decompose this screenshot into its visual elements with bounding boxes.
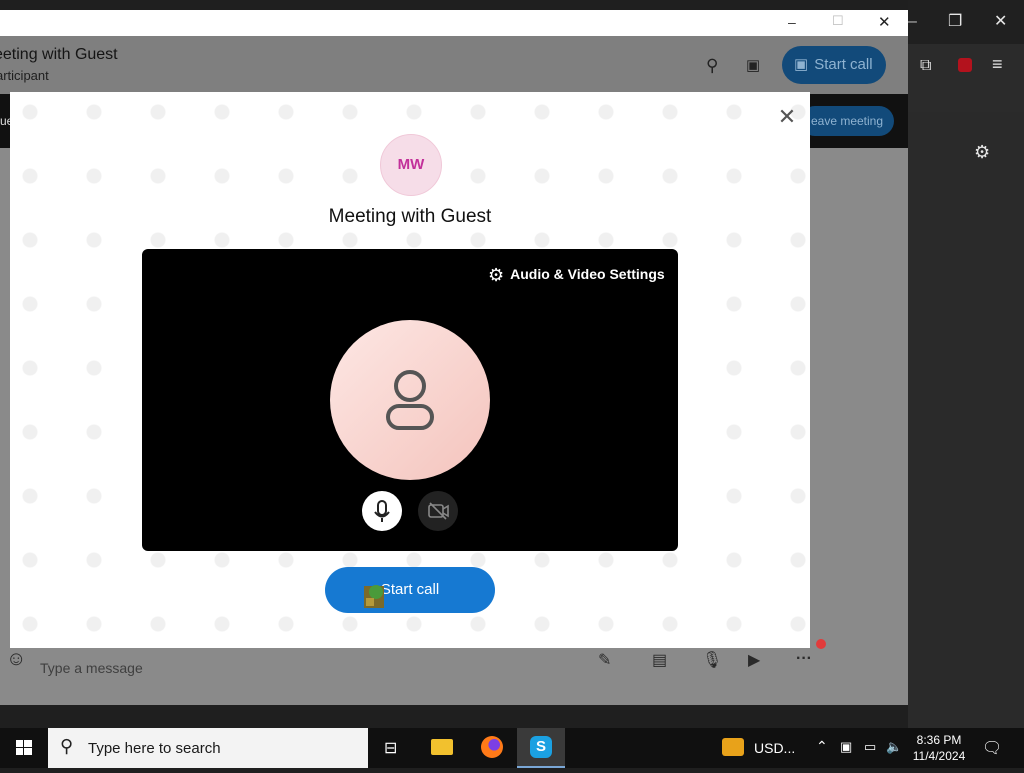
more-options-icon[interactable]: ··· — [796, 650, 812, 668]
task-view-icon: ⊟ — [384, 740, 398, 757]
maximize-icon[interactable]: ☐ — [832, 13, 844, 29]
start-call-top-button[interactable]: ▣ Start call — [782, 46, 886, 84]
browser-content: ⚙ — [908, 112, 1024, 728]
currency-widget[interactable]: USD... — [754, 740, 795, 756]
notifications-icon[interactable]: 🗨 — [982, 738, 1002, 758]
clock-time: 8:36 PM — [916, 733, 962, 747]
background-browser-window: – ❐ ✕ ⧉ ≡ ⚙ — [908, 0, 1024, 728]
participant-count: articipant — [0, 68, 49, 83]
clock-date: 11/4/2024 — [912, 749, 966, 763]
firefox-icon — [481, 736, 503, 758]
video-call-icon: ▣ — [794, 56, 809, 73]
start-call-dialog: ✕ MW Meeting with Guest ⚙ Audio & Video S… — [10, 92, 810, 648]
meet-now-icon[interactable]: ▣ — [840, 739, 852, 755]
browser-toolbar: ⧉ ≡ — [908, 44, 1024, 113]
currency-icon — [722, 738, 744, 756]
network-icon[interactable]: ▭ — [864, 739, 876, 755]
task-view-button[interactable]: ⊟ — [368, 728, 416, 768]
video-preview: ⚙ Audio & Video Settings — [142, 249, 678, 551]
video-message-icon[interactable]: ▶ — [748, 650, 760, 670]
ublock-icon[interactable] — [958, 58, 972, 72]
minimize-icon[interactable]: – — [788, 14, 796, 30]
volume-icon[interactable]: 🔈 — [886, 739, 902, 755]
cursor-sticker-icon — [364, 585, 384, 608]
chevron-up-icon[interactable]: ⌃ — [816, 738, 828, 755]
file-icon[interactable]: ▤ — [652, 650, 667, 670]
dialog-title: Meeting with Guest — [328, 206, 492, 227]
windows-taskbar: ⚲ Type here to search ⊟ S USD... ⌃ ▣ ▭ 🔈… — [0, 728, 1024, 768]
gear-icon: ⚙ — [488, 265, 505, 285]
close-icon[interactable]: ✕ — [878, 13, 891, 31]
notification-dot — [816, 639, 826, 649]
gallery-icon[interactable]: ▣ — [746, 56, 760, 74]
audio-video-settings-label: Audio & Video Settings — [510, 266, 665, 282]
audio-video-settings-link[interactable]: ⚙ Audio & Video Settings — [488, 265, 665, 286]
browser-titlebar: – ❐ ✕ — [908, 0, 1024, 44]
format-icon[interactable]: ✎ — [598, 650, 611, 670]
leave-meeting-button[interactable]: eave meeting — [800, 106, 894, 136]
person-icon — [386, 370, 434, 430]
skype-icon: S — [530, 736, 552, 758]
firefox-button[interactable] — [468, 728, 516, 768]
start-call-button[interactable]: Start call — [325, 567, 495, 613]
avatar: MW — [380, 134, 442, 196]
microphone-icon — [374, 500, 390, 522]
message-input[interactable]: Type a message — [40, 660, 143, 676]
settings-gear-icon[interactable]: ⚙ — [974, 143, 990, 161]
restore-icon[interactable]: ❐ — [948, 14, 962, 30]
start-call-top-label: Start call — [814, 56, 873, 73]
file-explorer-button[interactable] — [418, 728, 466, 768]
camera-off-icon — [428, 502, 449, 520]
conversation-title: eeting with Guest — [0, 46, 118, 63]
close-icon[interactable]: ✕ — [994, 14, 1007, 30]
search-icon: ⚲ — [60, 736, 74, 756]
folder-icon — [431, 739, 453, 755]
self-preview-avatar — [330, 320, 490, 480]
taskbar-search-placeholder: Type here to search — [88, 740, 221, 757]
close-dialog-icon[interactable]: ✕ — [776, 106, 798, 128]
windows-logo-icon — [16, 740, 32, 755]
skype-titlebar: – ☐ ✕ — [0, 10, 908, 36]
skype-taskbar-button[interactable]: S — [517, 728, 565, 768]
audio-message-icon[interactable]: 🎙 — [702, 650, 722, 670]
camera-toggle-button[interactable] — [418, 491, 458, 531]
microphone-toggle-button[interactable] — [362, 491, 402, 531]
conversation-header: ⚲ ▣ — [0, 36, 908, 94]
emoji-icon[interactable]: ☺ — [6, 648, 26, 671]
search-icon[interactable]: ⚲ — [706, 56, 718, 76]
taskbar-search[interactable]: ⚲ Type here to search — [48, 728, 368, 768]
start-button[interactable] — [0, 728, 48, 768]
menu-icon[interactable]: ≡ — [992, 55, 1003, 73]
minimize-icon[interactable]: – — [908, 14, 917, 30]
system-clock[interactable]: 8:36 PM 11/4/2024 — [906, 732, 972, 764]
extensions-icon[interactable]: ⧉ — [920, 58, 931, 74]
